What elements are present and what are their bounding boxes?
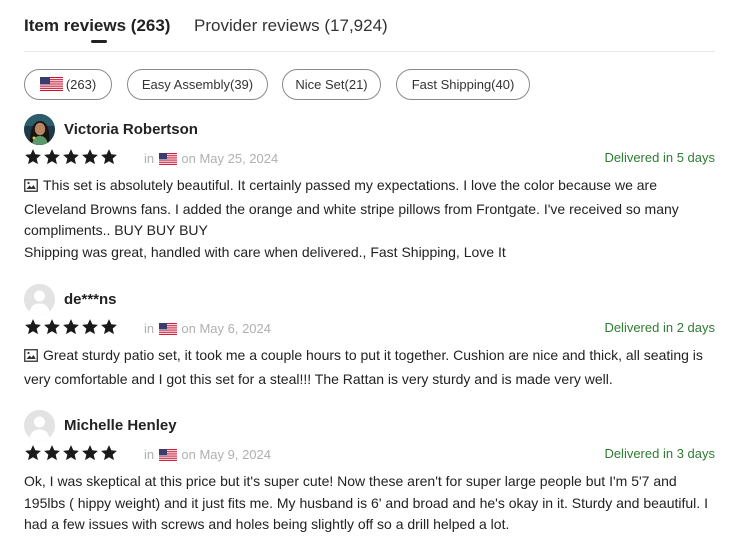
review-text: Ok, I was skeptical at this price but it… [24,473,708,532]
star-icon [101,319,117,335]
star-icon [25,149,41,165]
review-body: Great sturdy patio set, it took me a cou… [24,345,715,390]
star-icon [63,149,79,165]
star-icon [44,319,60,335]
filter-chip-easy-assembly[interactable]: Easy Assembly(39) [127,69,268,100]
avatar [24,114,55,145]
star-icon [63,319,79,335]
review-date: on May 25, 2024 [181,151,279,166]
review-text: This set is absolutely beautiful. It cer… [24,177,679,238]
star-icon [82,149,98,165]
star-rating [24,318,119,336]
image-icon[interactable] [24,347,38,369]
review-location-date: in on May 6, 2024 [144,321,271,339]
avatar [24,284,55,315]
reviewer-name: de***ns [64,291,117,308]
review-meta: in on May 6, 2024 Delivered in 2 days [24,319,715,337]
avatar [24,410,55,441]
filter-chip-fast-shipping[interactable]: Fast Shipping(40) [396,69,530,100]
us-flag-icon [158,153,177,169]
review-text: Great sturdy patio set, it took me a cou… [24,347,703,387]
delivery-time: Delivered in 3 days [604,446,715,461]
in-label: in [144,321,155,336]
star-icon [101,149,117,165]
tab-item-reviews[interactable]: Item reviews (263) [24,14,170,38]
active-tab-indicator [91,40,107,43]
filter-chip-country-count: (263) [65,77,97,92]
delivery-time: Delivered in 2 days [604,320,715,335]
image-icon[interactable] [24,177,38,199]
review-date: on May 6, 2024 [181,321,271,336]
review-meta: in on May 9, 2024 Delivered in 3 days [24,445,715,463]
review-tabs: Item reviews (263) Provider reviews (17,… [24,14,715,52]
star-icon [25,319,41,335]
review-extra-text: Shipping was great, handled with care wh… [24,243,506,260]
star-rating [24,444,119,462]
star-icon [101,445,117,461]
star-icon [63,445,79,461]
delivery-time: Delivered in 5 days [604,150,715,165]
star-icon [44,149,60,165]
review-location-date: in on May 25, 2024 [144,151,278,169]
in-label: in [144,151,155,166]
us-flag-icon [39,70,63,99]
filter-chip-nice-set[interactable]: Nice Set(21) [282,69,381,100]
filter-chip-country[interactable]: (263) [24,69,112,100]
in-label: in [144,447,155,462]
us-flag-icon [158,323,177,339]
star-icon [25,445,41,461]
us-flag-icon [158,449,177,465]
star-icon [44,445,60,461]
review-body: This set is absolutely beautiful. It cer… [24,175,715,263]
review-location-date: in on May 9, 2024 [144,447,271,465]
review-body: Ok, I was skeptical at this price but it… [24,471,715,536]
tab-provider-reviews[interactable]: Provider reviews (17,924) [194,14,388,38]
star-icon [82,319,98,335]
star-icon [82,445,98,461]
reviewer-name: Michelle Henley [64,417,177,434]
review-date: on May 9, 2024 [181,447,271,462]
reviewer-name: Victoria Robertson [64,121,198,138]
review-meta: in on May 25, 2024 Delivered in 5 days [24,149,715,167]
star-rating [24,148,119,166]
